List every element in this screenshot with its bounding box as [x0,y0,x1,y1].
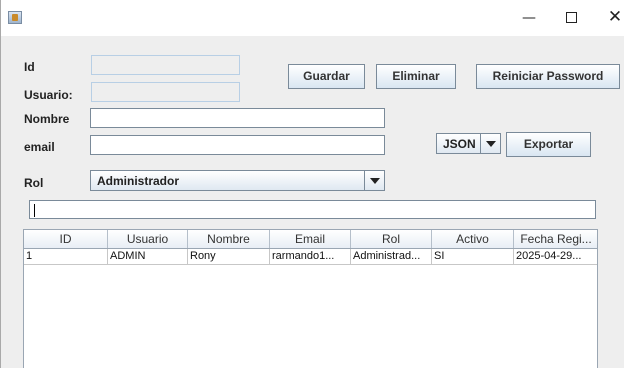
minimize-button[interactable]: — [509,6,549,30]
cell-id: 1 [24,249,108,265]
reiniciar-password-button[interactable]: Reiniciar Password [476,64,620,89]
maximize-button[interactable] [551,6,591,30]
cell-email: rarmando1... [270,249,351,265]
app-window: — ✕ Id Usuario: Guardar Eliminar Reinici… [0,0,624,368]
email-field[interactable] [90,135,385,155]
maximize-icon [565,12,577,23]
format-select[interactable]: JSON [436,133,501,154]
table-header: ID Usuario Nombre Email Rol Activo Fecha… [24,230,597,249]
rol-select-value: Administrador [97,174,180,188]
exportar-button[interactable]: Exportar [506,132,591,157]
column-header-rol[interactable]: Rol [351,230,432,248]
column-header-fecha[interactable]: Fecha Regi... [514,230,597,248]
close-button[interactable]: ✕ [595,6,624,30]
rol-label: Rol [24,176,44,190]
eliminar-button[interactable]: Eliminar [376,64,456,89]
text-caret [34,204,35,217]
cell-rol: Administrad... [351,249,432,265]
search-input[interactable] [29,200,596,219]
cell-nombre: Rony [188,249,270,265]
rol-select[interactable]: Administrador [90,170,385,191]
users-table[interactable]: ID Usuario Nombre Email Rol Activo Fecha… [23,229,598,368]
column-header-email[interactable]: Email [270,230,351,248]
nombre-label: Nombre [24,112,70,126]
chevron-down-icon [480,134,500,153]
format-select-value: JSON [443,137,476,151]
cell-usuario: ADMIN [108,249,188,265]
id-label: Id [24,60,35,74]
id-field[interactable] [91,55,240,75]
title-bar: — ✕ [1,0,624,36]
table-row[interactable]: 1 ADMIN Rony rarmando1... Administrad...… [24,249,597,265]
java-app-icon [8,11,22,24]
column-header-usuario[interactable]: Usuario [108,230,188,248]
column-header-id[interactable]: ID [24,230,108,248]
usuario-field[interactable] [91,82,240,102]
column-header-activo[interactable]: Activo [432,230,514,248]
chevron-down-icon [364,171,384,190]
guardar-button[interactable]: Guardar [288,64,365,89]
cell-fecha: 2025-04-29... [514,249,597,265]
usuario-label: Usuario: [24,88,73,102]
nombre-field[interactable] [90,108,385,128]
column-header-nombre[interactable]: Nombre [188,230,270,248]
email-label: email [24,140,55,154]
cell-activo: SI [432,249,514,265]
